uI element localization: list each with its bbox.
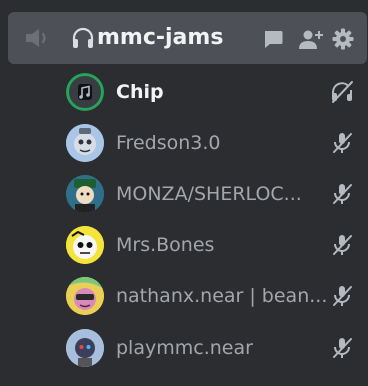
- username: Chip: [116, 81, 164, 103]
- avatar-art: [66, 329, 104, 367]
- mic-muted-icon: [333, 338, 352, 358]
- mic-muted-icon: [333, 184, 352, 204]
- avatar: [66, 329, 104, 367]
- voice-user-row[interactable]: Mrs.Bones: [0, 226, 368, 272]
- avatar: [66, 277, 104, 315]
- mic-muted-icon: [333, 133, 352, 153]
- voice-user-row[interactable]: playmmc.near: [0, 329, 368, 375]
- mic-muted-icon: [333, 235, 352, 255]
- deafened-icon: [332, 81, 353, 103]
- music-note-icon: [66, 73, 104, 111]
- voice-channel-header[interactable]: mmc-jams: [8, 12, 367, 64]
- voice-user-row[interactable]: MONZA/SHERLOC...: [0, 175, 368, 221]
- username: playmmc.near: [116, 337, 253, 359]
- music-note-avatar: [66, 73, 104, 111]
- avatar-art: [66, 124, 104, 162]
- settings-icon[interactable]: [332, 28, 354, 50]
- add-member-icon[interactable]: [297, 28, 325, 50]
- voice-user-row[interactable]: nathanx.near | bean...: [0, 277, 368, 323]
- chat-icon[interactable]: [262, 28, 284, 50]
- voice-user-row[interactable]: Fredson3.0: [0, 124, 368, 170]
- avatar: [66, 124, 104, 162]
- speaker-muted-icon: [26, 29, 46, 47]
- headphones-icon: [72, 27, 94, 48]
- avatar-art: [66, 226, 104, 264]
- voice-user-row[interactable]: Chip: [0, 73, 368, 119]
- username: MONZA/SHERLOC...: [116, 183, 302, 205]
- avatar: [66, 226, 104, 264]
- avatar-art: [66, 277, 104, 315]
- avatar-art: [66, 175, 104, 213]
- mic-muted-icon: [333, 286, 352, 306]
- avatar: [66, 175, 104, 213]
- channel-name: mmc-jams: [97, 25, 224, 50]
- username: Fredson3.0: [116, 132, 221, 154]
- username: nathanx.near | bean...: [116, 285, 326, 307]
- username: Mrs.Bones: [116, 234, 215, 256]
